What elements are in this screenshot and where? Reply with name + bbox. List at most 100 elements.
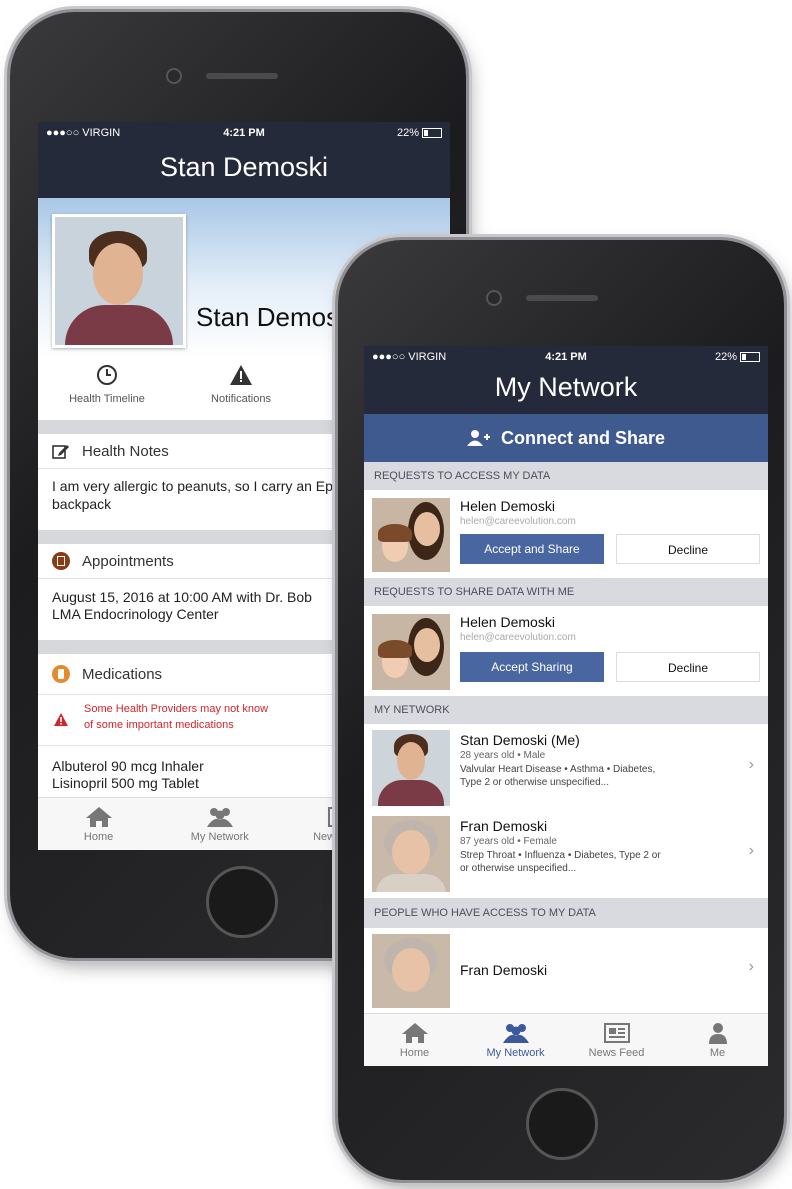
page-title: Stan Demoski <box>159 152 329 182</box>
tab-my-network[interactable]: My Network <box>465 1014 566 1066</box>
member-name: Fran Demoski <box>460 962 548 978</box>
people-icon <box>206 807 233 827</box>
member-conditions: Strep Throat • Influenza • Diabetes, Typ… <box>460 850 661 861</box>
battery-percent: 22% <box>396 127 419 139</box>
pill-bottle-icon <box>52 665 70 683</box>
member-conditions: Valvular Heart Disease • Asthma • Diabet… <box>460 764 656 775</box>
member-name: Fran Demoski <box>460 818 548 834</box>
member-conditions: or otherwise unspecified... <box>460 863 577 874</box>
tab-me-label: Me <box>709 1046 726 1059</box>
add-person-icon <box>466 430 490 446</box>
battery-percent: 22% <box>714 351 737 363</box>
battery-icon <box>739 352 760 363</box>
photo-face <box>392 948 430 992</box>
profile-name: Stan Demoski <box>196 302 358 332</box>
helen-photo <box>372 614 450 690</box>
tab-my-network-label: My Network <box>190 830 249 843</box>
photo-face <box>414 628 440 662</box>
carrier-label: ●●●○○ VIRGIN <box>46 127 121 139</box>
home-button[interactable] <box>526 1088 598 1160</box>
tab-me[interactable]: Me <box>667 1014 768 1066</box>
alert-icon <box>54 713 68 726</box>
battery-label: 22% <box>310 127 442 139</box>
page-title: My Network <box>494 372 638 402</box>
tab-home-label: Home <box>399 1046 430 1059</box>
member-conditions: Type 2 or otherwise unspecified... <box>460 777 609 788</box>
warning-line-2: of some important medications <box>84 719 234 731</box>
profile-face <box>93 243 143 305</box>
front-camera <box>486 290 502 306</box>
connect-and-share-button[interactable]: Connect and Share <box>364 414 768 462</box>
network-member-row[interactable]: Fran Demoski 87 years old • Female Strep… <box>364 810 768 899</box>
calendar-icon <box>52 552 70 570</box>
chevron-right-icon: › <box>748 958 754 975</box>
fran-photo <box>372 934 450 1008</box>
tab-news-feed-label: News Feed <box>588 1046 645 1059</box>
health-notes-title: Health Notes <box>82 442 169 460</box>
fran-photo <box>372 816 450 892</box>
warning-line-1: Some Health Providers may not know <box>84 703 269 715</box>
access-request-row: Helen Demoski helen@careevolution.com Ac… <box>364 490 768 579</box>
section-header-requests-share: REQUESTS TO SHARE DATA WITH ME <box>364 578 768 606</box>
connect-and-share-label: Connect and Share <box>500 427 666 448</box>
front-phone-screen: ●●●○○ VIRGIN 4:21 PM 22% My Network Conn… <box>364 346 768 1066</box>
newspaper-icon <box>603 1022 630 1043</box>
accept-sharing-button[interactable]: Accept Sharing <box>460 652 604 682</box>
status-bar: ●●●○○ VIRGIN 4:21 PM 22% <box>38 122 450 144</box>
notifications-label: Notifications <box>211 393 271 405</box>
medications-title: Medications <box>82 665 163 683</box>
section-header-requests-access: REQUESTS TO ACCESS MY DATA <box>364 462 768 490</box>
section-header-people-access: PEOPLE WHO HAVE ACCESS TO MY DATA <box>364 898 768 928</box>
photo-face <box>397 742 425 780</box>
stan-photo <box>372 730 450 806</box>
member-meta: 28 years old • Male <box>460 750 546 761</box>
health-timeline-label: Health Timeline <box>69 393 145 405</box>
tab-my-network-label: My Network <box>486 1046 545 1059</box>
network-member-row[interactable]: Stan Demoski (Me) 28 years old • Male Va… <box>364 724 768 811</box>
carrier-label: ●●●○○ VIRGIN <box>372 351 447 363</box>
edit-note-icon <box>52 445 69 459</box>
home-button[interactable] <box>206 866 278 938</box>
photo-child-hair <box>378 640 412 658</box>
chevron-right-icon: › <box>748 842 754 859</box>
tab-news-feed[interactable]: News Feed <box>566 1014 667 1066</box>
health-timeline-button[interactable]: Health Timeline <box>52 364 162 405</box>
request-name: Helen Demoski <box>460 614 555 630</box>
appointments-title: Appointments <box>82 552 174 570</box>
request-email: helen@careevolution.com <box>460 632 576 643</box>
decline-button[interactable]: Decline <box>616 652 760 682</box>
section-header-my-network: MY NETWORK <box>364 696 768 724</box>
clock-icon <box>97 365 117 385</box>
member-meta: 87 years old • Female <box>460 836 557 847</box>
battery-label: 22% <box>631 351 760 363</box>
status-bar: ●●●○○ VIRGIN 4:21 PM 22% <box>364 346 768 368</box>
profile-photo <box>52 214 186 348</box>
tab-home[interactable]: Home <box>38 798 159 850</box>
request-email: helen@careevolution.com <box>460 516 576 527</box>
photo-shirt <box>376 874 446 892</box>
clock-label: 4:21 PM <box>545 351 587 363</box>
front-camera <box>166 68 182 84</box>
access-member-row[interactable]: Fran Demoski › <box>364 928 768 1015</box>
profile-shirt <box>65 305 173 345</box>
front-phone: ●●●○○ VIRGIN 4:21 PM 22% My Network Conn… <box>338 240 784 1180</box>
tab-bar: Home My Network News Feed Me <box>364 1013 768 1066</box>
member-name: Stan Demoski (Me) <box>460 732 580 748</box>
home-icon <box>85 806 112 827</box>
request-name: Helen Demoski <box>460 498 555 514</box>
decline-button[interactable]: Decline <box>616 534 760 564</box>
accept-and-share-button[interactable]: Accept and Share <box>460 534 604 564</box>
person-icon <box>708 1022 727 1044</box>
earpiece-speaker <box>206 73 278 79</box>
tab-home-label: Home <box>83 830 114 843</box>
notifications-button[interactable]: Notifications <box>186 364 296 405</box>
clock-label: 4:21 PM <box>223 127 265 139</box>
helen-photo <box>372 498 450 572</box>
home-icon <box>401 1022 428 1043</box>
tab-my-network[interactable]: My Network <box>159 798 280 850</box>
photo-shirt <box>378 780 444 806</box>
share-request-row: Helen Demoski helen@careevolution.com Ac… <box>364 606 768 697</box>
tab-home[interactable]: Home <box>364 1014 465 1066</box>
warning-icon <box>230 365 252 385</box>
earpiece-speaker <box>526 295 598 301</box>
